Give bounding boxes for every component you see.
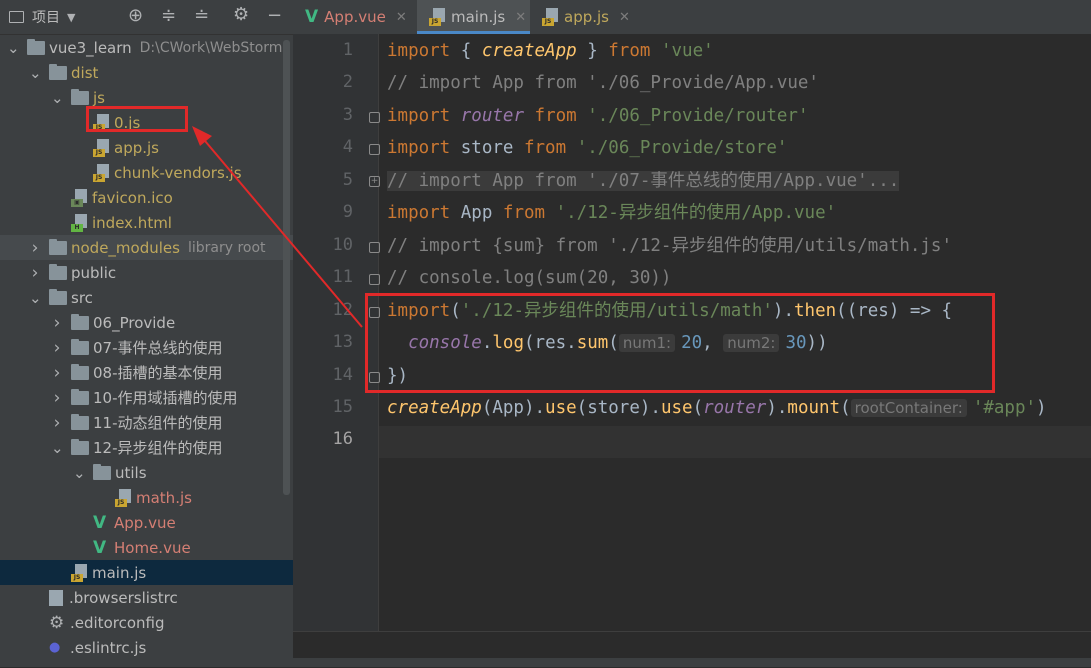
annotation-arrow-line <box>199 134 363 328</box>
annotation-arrow <box>192 126 363 328</box>
annotation-arrow-head <box>192 126 212 146</box>
bottom-strip <box>0 658 1091 667</box>
